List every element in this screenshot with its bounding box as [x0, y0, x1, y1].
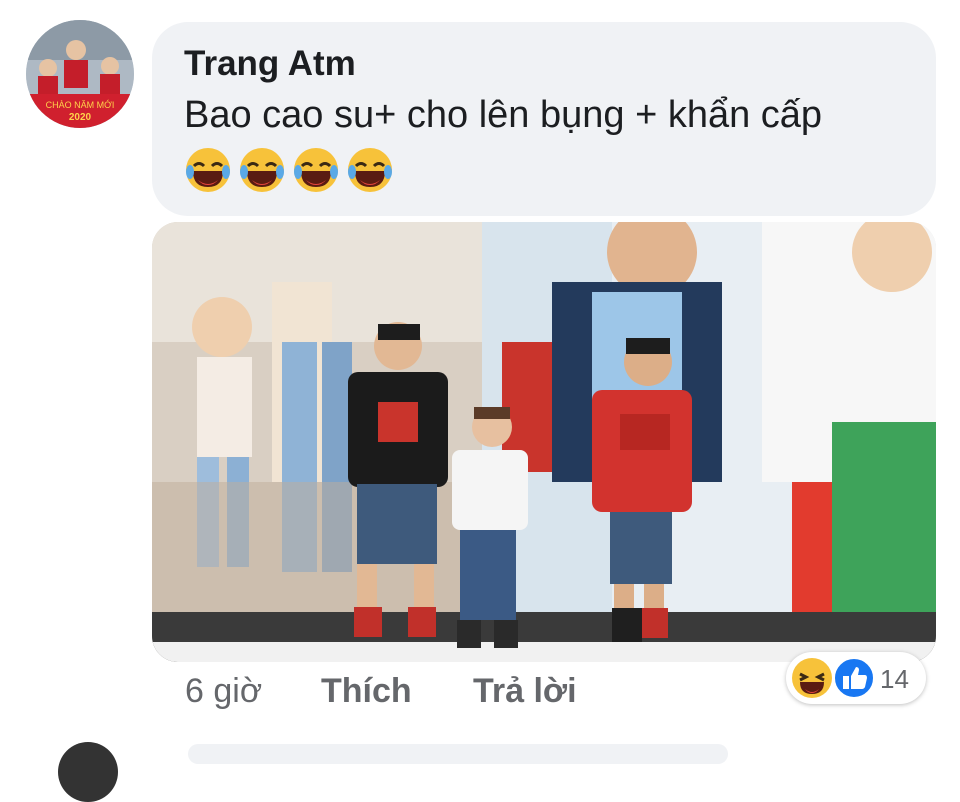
- svg-text:CHÀO NĂM MỚI: CHÀO NĂM MỚI: [46, 100, 115, 110]
- comment-author[interactable]: Trang Atm: [184, 44, 356, 84]
- comment-bubble: Trang Atm Bao cao su+ cho lên bụng + khẩ…: [152, 22, 936, 216]
- next-comment-avatar[interactable]: [58, 742, 118, 802]
- comment-actions: 6 giờ Thích Trả lời: [185, 672, 577, 711]
- reaction-summary[interactable]: 14: [786, 652, 926, 704]
- svg-text:2020: 2020: [69, 112, 92, 123]
- comment-emojis: [184, 146, 394, 194]
- comment-text: Bao cao su+ cho lên bụng + khẩn cấp: [184, 94, 823, 136]
- photo-attachment[interactable]: [152, 222, 936, 662]
- haha-reaction-icon: [792, 658, 832, 698]
- haha-emoji-icon: [240, 148, 284, 192]
- photo-image: [152, 222, 936, 662]
- haha-emoji-icon: [348, 148, 392, 192]
- next-comment-bubble: [188, 744, 728, 764]
- reply-link[interactable]: Trả lời: [473, 672, 577, 711]
- author-avatar[interactable]: CHÀO NĂM MỚI 2020: [26, 20, 134, 128]
- comment-timestamp[interactable]: 6 giờ: [185, 672, 321, 711]
- like-reaction-icon: [833, 657, 875, 699]
- like-link[interactable]: Thích: [321, 672, 473, 711]
- haha-emoji-icon: [186, 148, 230, 192]
- avatar-image: CHÀO NĂM MỚI 2020: [26, 20, 134, 128]
- reaction-count: 14: [880, 664, 909, 694]
- haha-emoji-icon: [294, 148, 338, 192]
